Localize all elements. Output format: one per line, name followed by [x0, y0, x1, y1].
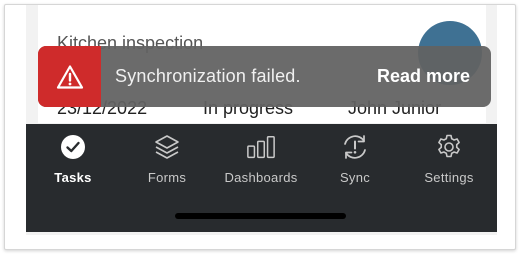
sync-error-toast: Synchronization failed. Read more — [38, 46, 491, 107]
screenshot-frame: Kitchen inspection 23/12/2022 In progres… — [4, 4, 516, 250]
tab-dashboards[interactable]: Dashboards — [214, 132, 308, 190]
toast-icon-container — [38, 46, 101, 107]
home-indicator — [175, 213, 346, 219]
tab-sync-label: Sync — [339, 170, 371, 185]
tab-sync[interactable]: Sync — [308, 132, 402, 190]
tab-forms[interactable]: Forms — [120, 132, 214, 190]
read-more-button[interactable]: Read more — [377, 66, 470, 87]
bar-chart-icon — [246, 132, 276, 162]
tab-settings-label: Settings — [424, 170, 474, 185]
tab-tasks[interactable]: Tasks — [26, 132, 120, 190]
tab-settings[interactable]: Settings — [402, 132, 496, 190]
warning-triangle-icon — [56, 64, 83, 89]
check-circle-icon — [58, 132, 88, 162]
tab-dashboards-label: Dashboards — [224, 170, 298, 185]
tab-forms-label: Forms — [147, 170, 187, 185]
gear-icon — [434, 132, 464, 162]
toast-message: Synchronization failed. — [115, 66, 301, 86]
tab-tasks-label: Tasks — [54, 170, 92, 185]
layers-icon — [152, 132, 182, 162]
app-screen: Kitchen inspection 23/12/2022 In progres… — [26, 5, 497, 235]
sync-alert-icon — [340, 132, 370, 162]
bottom-tab-bar: Tasks Forms Dashboards Sync Settings — [26, 124, 497, 232]
